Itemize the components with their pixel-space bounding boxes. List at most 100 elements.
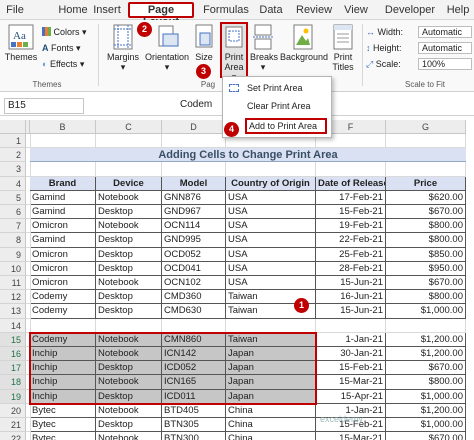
empty-cell[interactable] xyxy=(26,247,31,262)
table-cell[interactable]: USA xyxy=(226,247,316,262)
table-cell[interactable]: 15-Mar-21 xyxy=(316,432,386,440)
table-cell[interactable]: $800.00 xyxy=(386,233,466,248)
table-cell[interactable]: 15-Feb-21 xyxy=(316,205,386,220)
table-header-cell[interactable]: Date of Release xyxy=(316,176,386,191)
empty-cell[interactable] xyxy=(26,432,31,440)
empty-cell[interactable] xyxy=(26,233,31,248)
table-cell[interactable]: Desktop xyxy=(96,290,162,305)
tab-review[interactable]: Review xyxy=(296,2,332,18)
table-cell[interactable]: Desktop xyxy=(96,247,162,262)
empty-cell[interactable] xyxy=(96,162,162,177)
row-header[interactable]: 22 xyxy=(0,432,26,440)
empty-cell[interactable] xyxy=(26,332,31,347)
row-header[interactable]: 4 xyxy=(0,176,26,191)
table-cell[interactable]: OCD041 xyxy=(162,261,226,276)
select-all-corner[interactable] xyxy=(0,120,26,134)
table-cell[interactable]: $670.00 xyxy=(386,361,466,376)
table-cell[interactable]: Notebook xyxy=(96,347,162,362)
row-header[interactable]: 21 xyxy=(0,418,26,433)
table-cell[interactable]: Japan xyxy=(226,361,316,376)
table-cell[interactable]: Gamind xyxy=(30,233,96,248)
table-cell[interactable]: Inchip xyxy=(30,361,96,376)
table-cell[interactable]: 1-Jan-21 xyxy=(316,332,386,347)
tab-help[interactable]: Help xyxy=(444,2,472,18)
table-cell[interactable]: BTD405 xyxy=(162,403,226,418)
row-header[interactable]: 14 xyxy=(0,318,26,333)
table-cell[interactable]: USA xyxy=(226,261,316,276)
breaks-button[interactable]: Breaks ▾ xyxy=(250,24,278,72)
row-header[interactable]: 6 xyxy=(0,205,26,220)
table-cell[interactable]: BTN300 xyxy=(162,432,226,440)
table-cell[interactable] xyxy=(226,318,316,333)
table-cell[interactable]: Gamind xyxy=(30,190,96,205)
colors-button[interactable]: Colors ▾ xyxy=(42,26,87,38)
table-cell[interactable]: Japan xyxy=(226,389,316,404)
table-cell[interactable]: $850.00 xyxy=(386,247,466,262)
tab-developer[interactable]: Developer xyxy=(382,2,438,18)
themes-button[interactable]: Aa Themes xyxy=(4,24,38,62)
table-cell[interactable]: Desktop xyxy=(96,261,162,276)
row-header[interactable]: 11 xyxy=(0,276,26,291)
empty-cell[interactable] xyxy=(26,389,31,404)
empty-cell[interactable] xyxy=(386,162,466,177)
empty-cell[interactable] xyxy=(26,205,31,220)
table-cell[interactable]: ICN142 xyxy=(162,347,226,362)
fonts-button[interactable]: A Fonts ▾ xyxy=(42,42,81,54)
table-cell[interactable]: Desktop xyxy=(96,389,162,404)
row-header[interactable]: 2 xyxy=(0,148,26,163)
table-cell[interactable]: CMD360 xyxy=(162,290,226,305)
tab-view[interactable]: View xyxy=(342,2,370,18)
empty-cell[interactable] xyxy=(26,361,31,376)
empty-cell[interactable] xyxy=(226,162,316,177)
row-header[interactable]: 15 xyxy=(0,332,26,347)
table-cell[interactable]: Notebook xyxy=(96,375,162,390)
table-cell[interactable]: USA xyxy=(226,233,316,248)
table-cell[interactable]: $1,200.00 xyxy=(386,332,466,347)
empty-cell[interactable] xyxy=(26,261,31,276)
row-header[interactable]: 8 xyxy=(0,233,26,248)
scale-stepper[interactable]: 100% xyxy=(418,58,472,70)
row-header[interactable]: 17 xyxy=(0,361,26,376)
column-header-c[interactable]: C xyxy=(96,120,162,134)
empty-cell[interactable] xyxy=(26,418,31,433)
empty-cell[interactable] xyxy=(26,318,31,333)
add-to-print-area-item[interactable]: Add to Print Area xyxy=(245,118,327,134)
table-cell[interactable]: 19-Feb-21 xyxy=(316,219,386,234)
table-cell[interactable] xyxy=(30,318,96,333)
table-cell[interactable]: Gamind xyxy=(30,205,96,220)
empty-cell[interactable] xyxy=(386,134,466,149)
table-cell[interactable]: 15-Mar-21 xyxy=(316,375,386,390)
table-cell[interactable]: Inchip xyxy=(30,347,96,362)
row-header[interactable]: 10 xyxy=(0,261,26,276)
table-cell[interactable]: ICN165 xyxy=(162,375,226,390)
table-cell[interactable]: Notebook xyxy=(96,219,162,234)
table-cell[interactable] xyxy=(96,318,162,333)
table-cell[interactable]: Notebook xyxy=(96,190,162,205)
table-cell[interactable]: Codemy xyxy=(30,290,96,305)
table-cell[interactable]: 15-Feb-21 xyxy=(316,361,386,376)
table-cell[interactable]: Notebook xyxy=(96,432,162,440)
height-select[interactable]: Automatic xyxy=(418,42,472,54)
row-header[interactable]: 7 xyxy=(0,219,26,234)
table-cell[interactable]: Codemy xyxy=(30,332,96,347)
row-header[interactable]: 12 xyxy=(0,290,26,305)
table-cell[interactable]: Desktop xyxy=(96,361,162,376)
empty-cell[interactable] xyxy=(26,375,31,390)
table-cell[interactable]: Desktop xyxy=(96,233,162,248)
table-cell[interactable]: $620.00 xyxy=(386,190,466,205)
row-header[interactable]: 1 xyxy=(0,134,26,149)
table-cell[interactable]: CMD630 xyxy=(162,304,226,319)
table-cell[interactable]: Desktop xyxy=(96,418,162,433)
table-cell[interactable]: CMN860 xyxy=(162,332,226,347)
row-header[interactable]: 19 xyxy=(0,389,26,404)
table-cell[interactable]: USA xyxy=(226,205,316,220)
table-cell[interactable]: OCD052 xyxy=(162,247,226,262)
table-cell[interactable]: $670.00 xyxy=(386,432,466,440)
table-cell[interactable] xyxy=(162,318,226,333)
row-header[interactable]: 5 xyxy=(0,190,26,205)
table-cell[interactable]: $800.00 xyxy=(386,375,466,390)
tab-insert[interactable]: Insert xyxy=(91,2,123,18)
formula-input[interactable]: Codem xyxy=(180,98,220,114)
table-cell[interactable]: $1,000.00 xyxy=(386,304,466,319)
empty-cell[interactable] xyxy=(162,162,226,177)
